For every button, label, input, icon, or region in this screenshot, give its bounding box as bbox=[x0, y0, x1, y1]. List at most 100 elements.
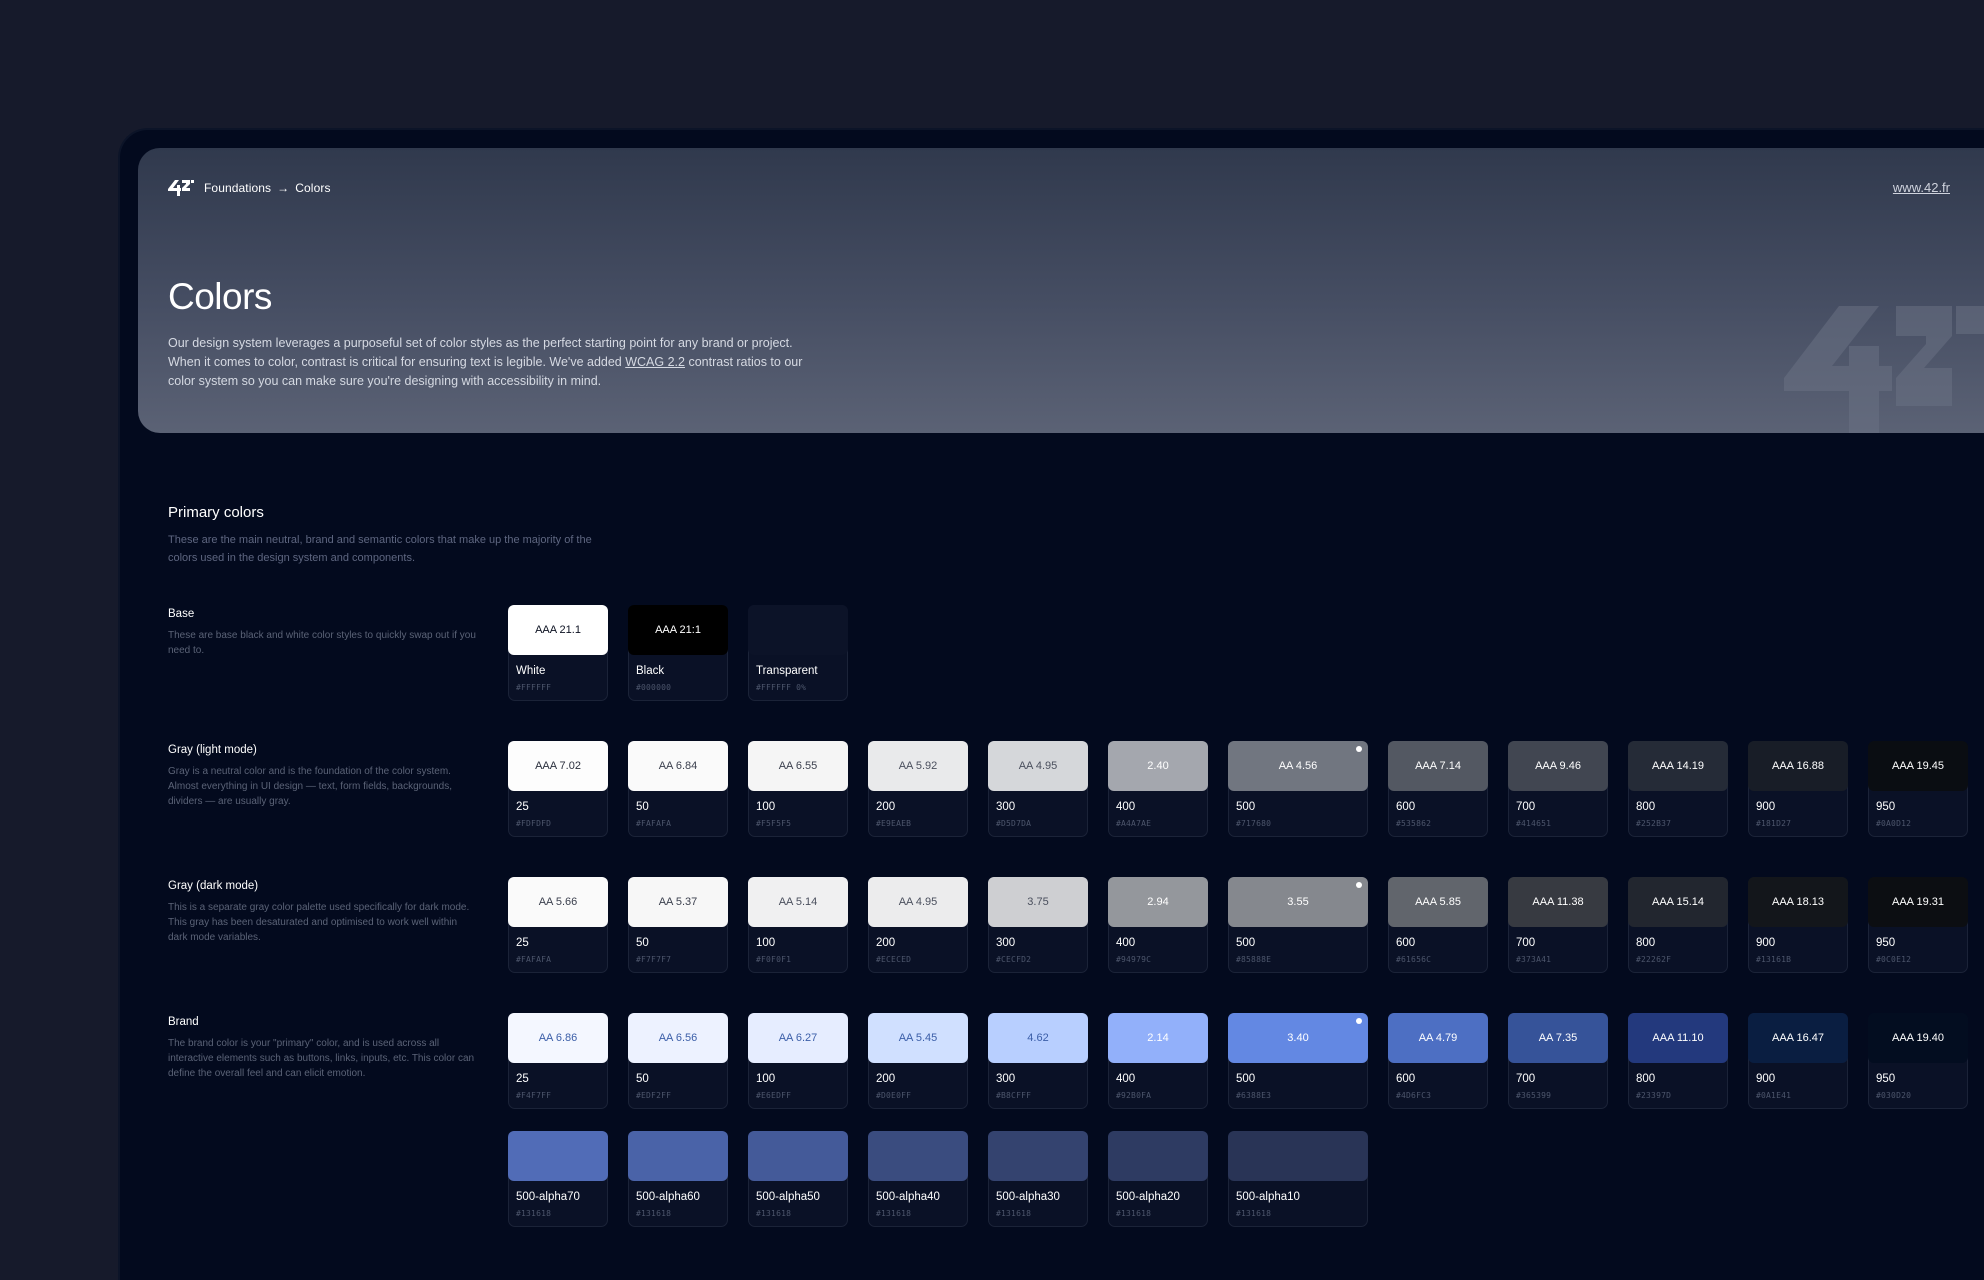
color-swatch-card[interactable]: 3.75 300 #CECFD2 bbox=[988, 877, 1088, 973]
contrast-ratio: AAA 21:1 bbox=[655, 624, 701, 636]
color-swatch-card[interactable]: AA 5.45 200 #D0E0FF bbox=[868, 1013, 968, 1109]
color-swatch-card[interactable]: 3.55 500 #85888E bbox=[1228, 877, 1368, 973]
group-description: Gray is a neutral color and is the found… bbox=[168, 766, 453, 807]
contrast-ratio: AAA 7.02 bbox=[535, 760, 581, 772]
swatch-name: 500-alpha10 bbox=[1236, 1191, 1300, 1203]
group-label-gray-light: Gray (light mode) Gray is a neutral color… bbox=[168, 744, 478, 809]
color-swatch-card[interactable]: AAA 21:1 Black #000000 bbox=[628, 605, 728, 701]
site-link[interactable]: www.42.fr bbox=[1893, 180, 1950, 195]
color-swatch-card[interactable]: AAA 19.31 950 #0C0E12 bbox=[1868, 877, 1968, 973]
swatch-hex: #E9EAEB bbox=[876, 819, 912, 828]
swatch-hex: #E6EDFF bbox=[756, 1091, 792, 1100]
contrast-ratio: AA 5.14 bbox=[778, 896, 818, 908]
contrast-ratio: AAA 15.14 bbox=[1652, 896, 1704, 908]
color-swatch-card[interactable]: AAA 21.1 White #FFFFFF bbox=[508, 605, 608, 701]
swatch-name: 500 bbox=[1236, 937, 1256, 949]
color-swatch-card[interactable]: AAA 19.40 950 #030D20 bbox=[1868, 1013, 1968, 1109]
color-swatch-card[interactable]: AA 6.56 50 #EDF2FF bbox=[628, 1013, 728, 1109]
color-swatch-card[interactable]: AA 4.95 200 #ECECED bbox=[868, 877, 968, 973]
group-label-brand: Brand The brand color is your "primary" c… bbox=[168, 1016, 478, 1081]
color-swatch-card[interactable]: AAA 7.14 600 #535862 bbox=[1388, 741, 1488, 837]
color-swatch-card[interactable]: 500-alpha10 #131618 bbox=[1228, 1131, 1368, 1227]
color-swatch: AAA 7.14 bbox=[1388, 741, 1488, 791]
swatch-hex: #92B0FA bbox=[1116, 1091, 1152, 1100]
color-swatch-card[interactable]: AAA 14.19 800 #252B37 bbox=[1628, 741, 1728, 837]
color-swatch-card[interactable]: AAA 19.45 950 #0A0D12 bbox=[1868, 741, 1968, 837]
color-swatch-card[interactable]: 500-alpha50 #131618 bbox=[748, 1131, 848, 1227]
color-swatch: 2.94 bbox=[1108, 877, 1208, 927]
swatch-hex: #D5D7DA bbox=[996, 819, 1032, 828]
color-swatch-card[interactable]: 500-alpha70 #131618 bbox=[508, 1131, 608, 1227]
color-swatch-card[interactable]: AA 4.79 600 #4D6FC3 bbox=[1388, 1013, 1488, 1109]
swatch-hex: #61656C bbox=[1396, 955, 1432, 964]
contrast-ratio: 2.94 bbox=[1147, 896, 1169, 908]
swatch-name: 700 bbox=[1516, 1073, 1536, 1085]
color-swatch-card[interactable]: AA 5.14 100 #F0F0F1 bbox=[748, 877, 848, 973]
color-swatch: AA 5.92 bbox=[868, 741, 968, 791]
contrast-ratio: AA 5.66 bbox=[538, 896, 578, 908]
color-swatch-card[interactable]: 500-alpha60 #131618 bbox=[628, 1131, 728, 1227]
swatch-name: 25 bbox=[516, 937, 529, 949]
color-swatch-card[interactable]: Transparent #FFFFFF 0% bbox=[748, 605, 848, 701]
swatch-name: 800 bbox=[1636, 801, 1656, 813]
color-swatch: AA 5.45 bbox=[868, 1013, 968, 1063]
contrast-ratio: AAA 18.13 bbox=[1772, 896, 1824, 908]
breadcrumb-foundations[interactable]: Foundations bbox=[204, 181, 271, 195]
color-swatch: AA 4.79 bbox=[1388, 1013, 1488, 1063]
color-swatch-card[interactable]: 2.14 400 #92B0FA bbox=[1108, 1013, 1208, 1109]
group-description: The brand color is your "primary" color,… bbox=[168, 1038, 475, 1079]
contrast-ratio: AA 4.79 bbox=[1418, 1032, 1458, 1044]
swatch-name: 100 bbox=[756, 937, 776, 949]
color-swatch: AA 4.95 bbox=[868, 877, 968, 927]
color-swatch-card[interactable]: 500-alpha40 #131618 bbox=[868, 1131, 968, 1227]
color-swatch-card[interactable]: AA 5.92 200 #E9EAEB bbox=[868, 741, 968, 837]
color-swatch-card[interactable]: AAA 5.85 600 #61656C bbox=[1388, 877, 1488, 973]
swatch-name: 200 bbox=[876, 937, 896, 949]
color-swatch-card[interactable]: AAA 18.13 900 #13161B bbox=[1748, 877, 1848, 973]
color-swatch: AAA 16.47 bbox=[1748, 1013, 1848, 1063]
wcag-link[interactable]: WCAG 2.2 bbox=[625, 355, 685, 369]
swatch-hex: #F5F5F5 bbox=[756, 819, 792, 828]
swatch-name: 300 bbox=[996, 801, 1016, 813]
color-swatch: AA 5.14 bbox=[748, 877, 848, 927]
contrast-ratio: AAA 5.85 bbox=[1415, 896, 1461, 908]
breadcrumb-colors[interactable]: Colors bbox=[295, 181, 330, 195]
42-logo-icon[interactable] bbox=[168, 178, 194, 198]
color-swatch-card[interactable]: 4.62 300 #B8CFFF bbox=[988, 1013, 1088, 1109]
color-swatch: 3.55 bbox=[1228, 877, 1368, 927]
color-swatch-card[interactable]: AA 5.66 25 #FAFAFA bbox=[508, 877, 608, 973]
swatch-hex: #23397D bbox=[1636, 1091, 1672, 1100]
color-swatch: AAA 21:1 bbox=[628, 605, 728, 655]
color-swatch-card[interactable]: AA 5.37 50 #F7F7F7 bbox=[628, 877, 728, 973]
color-swatch-card[interactable]: AAA 7.02 25 #FDFDFD bbox=[508, 741, 608, 837]
color-swatch-card[interactable]: AA 6.84 50 #FAFAFA bbox=[628, 741, 728, 837]
color-swatch-card[interactable]: 500-alpha20 #131618 bbox=[1108, 1131, 1208, 1227]
color-swatch: AAA 7.02 bbox=[508, 741, 608, 791]
swatch-hex: #365399 bbox=[1516, 1091, 1552, 1100]
swatch-name: 50 bbox=[636, 937, 649, 949]
color-swatch: 3.75 bbox=[988, 877, 1088, 927]
color-swatch-card[interactable]: 500-alpha30 #131618 bbox=[988, 1131, 1088, 1227]
contrast-ratio: AA 6.86 bbox=[538, 1032, 578, 1044]
color-swatch-card[interactable]: AAA 11.38 700 #373A41 bbox=[1508, 877, 1608, 973]
swatch-name: 900 bbox=[1756, 937, 1776, 949]
color-swatch-card[interactable]: AAA 15.14 800 #22262F bbox=[1628, 877, 1728, 973]
color-swatch-card[interactable]: AA 6.27 100 #E6EDFF bbox=[748, 1013, 848, 1109]
color-swatch-card[interactable]: 3.40 500 #6388E3 bbox=[1228, 1013, 1368, 1109]
color-swatch: AAA 11.38 bbox=[1508, 877, 1608, 927]
color-swatch-card[interactable]: AAA 16.47 900 #0A1E41 bbox=[1748, 1013, 1848, 1109]
color-swatch-card[interactable]: 2.40 400 #A4A7AE bbox=[1108, 741, 1208, 837]
color-swatch-card[interactable]: AAA 9.46 700 #414651 bbox=[1508, 741, 1608, 837]
swatch-name: 800 bbox=[1636, 1073, 1656, 1085]
color-swatch-card[interactable]: AAA 11.10 800 #23397D bbox=[1628, 1013, 1728, 1109]
contrast-ratio: 4.62 bbox=[1027, 1032, 1049, 1044]
color-swatch bbox=[1108, 1131, 1208, 1181]
color-swatch-card[interactable]: AA 6.86 25 #F4F7FF bbox=[508, 1013, 608, 1109]
color-swatch-card[interactable]: AA 6.55 100 #F5F5F5 bbox=[748, 741, 848, 837]
color-swatch-card[interactable]: AA 4.56 500 #717680 bbox=[1228, 741, 1368, 837]
color-swatch-card[interactable]: AAA 16.88 900 #181D27 bbox=[1748, 741, 1848, 837]
color-swatch-card[interactable]: AA 7.35 700 #365399 bbox=[1508, 1013, 1608, 1109]
color-swatch-card[interactable]: AA 4.95 300 #D5D7DA bbox=[988, 741, 1088, 837]
selected-dot-icon bbox=[1356, 1018, 1362, 1024]
color-swatch-card[interactable]: 2.94 400 #94979C bbox=[1108, 877, 1208, 973]
